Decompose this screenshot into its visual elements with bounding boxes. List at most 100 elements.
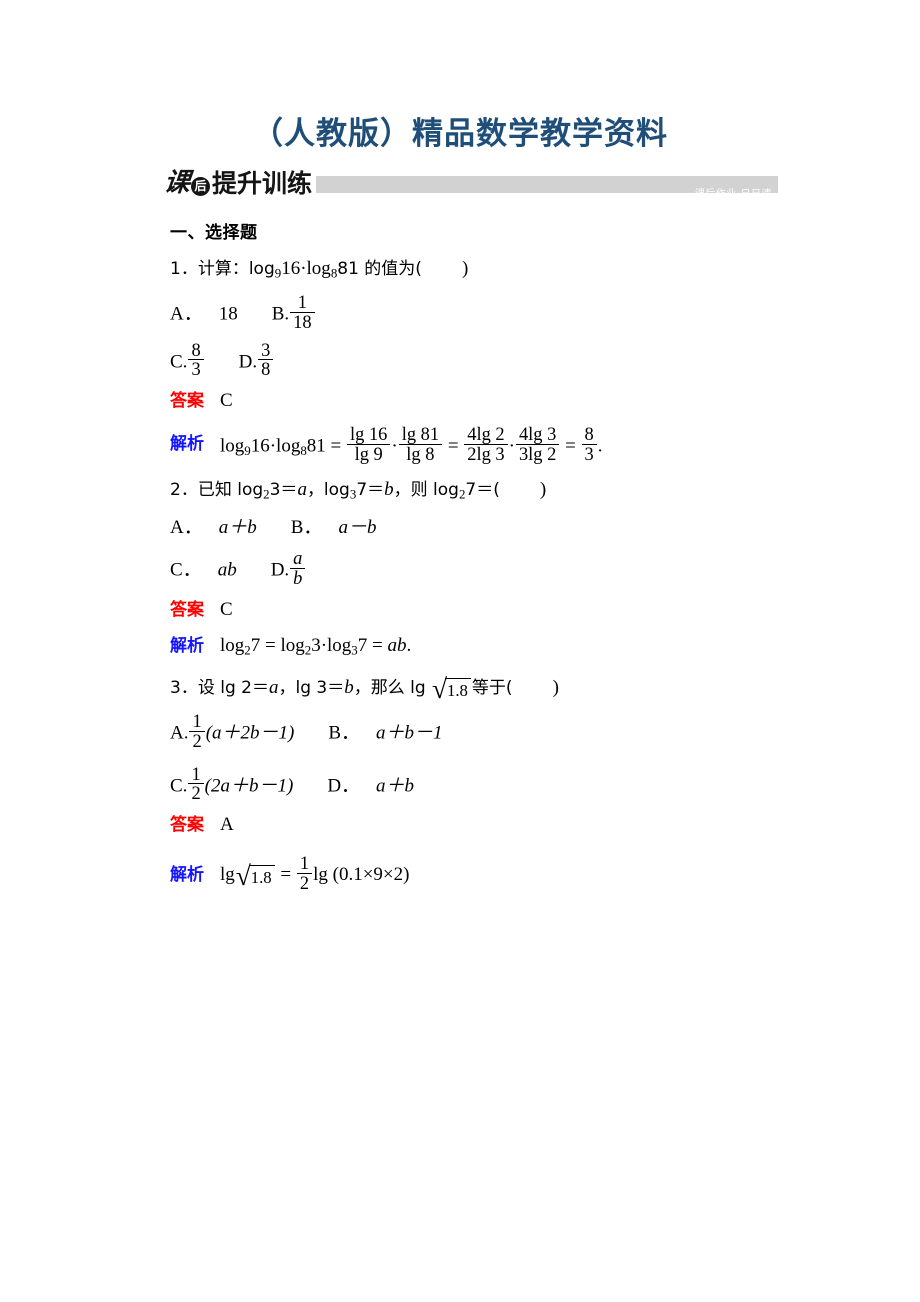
question-2-part-f: 7＝(	[465, 480, 500, 501]
option-3-a-fraction[interactable]: 12	[189, 712, 205, 751]
question-3-options-cd: C. 1 2 (2a＋b－1) D． a＋b	[170, 764, 790, 804]
option-2-a-value[interactable]: a＋b	[219, 517, 257, 538]
question-1-number: 1．	[170, 259, 198, 279]
brush-logo-char: 课	[162, 168, 192, 198]
question-2-solution-expression: log27 = log23·log37 = ab.	[220, 635, 412, 658]
page-title: （人教版）精品数学教学资料	[252, 116, 668, 152]
solution-fraction-half: 12	[296, 854, 313, 893]
question-2-number: 2．	[170, 480, 198, 501]
fraction-denominator: b	[293, 567, 303, 588]
option-2-b-value[interactable]: a－b	[338, 517, 376, 538]
option-1-b-fraction[interactable]: 1 18	[290, 293, 315, 332]
option-2-d-label[interactable]: D.	[271, 560, 289, 581]
option-2-d-fraction[interactable]: ab	[290, 549, 306, 588]
option-2-a-label[interactable]: A．	[170, 517, 203, 538]
question-3-options-ab: A. 1 2 (a＋2b－1) B． a＋b－1	[170, 712, 790, 751]
question-2-part-e: ，则 log	[393, 480, 459, 501]
question-3-part-c: ，那么 lg	[353, 678, 432, 699]
question-1-close: )	[461, 258, 469, 279]
fraction-numerator: 3	[258, 340, 274, 361]
option-2-b-label[interactable]: B．	[291, 517, 323, 538]
option-1-a-label[interactable]: A．	[170, 304, 203, 325]
fraction-denominator: 2	[192, 730, 202, 751]
option-1-b-label[interactable]: B.	[272, 304, 289, 325]
fraction-numerator: 1	[188, 764, 204, 785]
document-page: （人教版）精品数学教学资料 课后提升训练 课后作业·日日清 一、选择题 1．计算…	[0, 0, 920, 1302]
option-3-c-expr[interactable]: (2a＋b－1)	[205, 775, 294, 796]
solution-fraction-2: lg 81 lg 8	[398, 425, 443, 464]
fraction-denominator: 8	[261, 359, 271, 380]
question-3-part-a: 设 lg 2＝	[197, 678, 269, 699]
option-2-c-label[interactable]: C．	[170, 560, 202, 581]
question-2-stem: 2．已知 log23＝a，log37＝b，则 log27＝()	[170, 479, 547, 503]
question-1-answer-value: C	[220, 390, 233, 412]
square-root-icon: √ 1.8	[432, 674, 471, 702]
fraction-numerator: 1	[290, 293, 315, 313]
solution-fraction-5: 83	[581, 425, 597, 464]
question-2-solution-row: 解析 log27 = log23·log37 = ab.	[170, 633, 790, 659]
question-1-options-ab: A． 18 B. 1 18	[170, 293, 790, 332]
question-1-stem: 1．计算：log916·log881 的值为()	[170, 256, 790, 282]
option-3-c-fraction[interactable]: 12	[188, 764, 204, 804]
banner-tag-label: 课后作业·日日清	[694, 189, 772, 200]
question-1-solution-row: 解析 log916·log881 = lg 16 lg 9 · lg 81 lg 8 = …	[170, 425, 790, 464]
solution-label: 解析	[170, 865, 204, 886]
option-3-d-value[interactable]: a＋b	[376, 775, 414, 796]
question-1-solution-expression: log916·log881 = lg 16 lg 9 · lg 81 lg 8 = 4l…	[220, 423, 603, 464]
fraction-denominator: 2	[191, 783, 201, 804]
question-1-mid: 16·log	[281, 258, 331, 279]
option-2-c-value[interactable]: ab	[218, 560, 237, 581]
question-2-part-c: ，log	[306, 480, 350, 501]
answer-label: 答案	[170, 599, 204, 620]
question-3-var-b: b	[344, 677, 354, 699]
square-root-icon: √ 1.8	[236, 861, 275, 890]
stamp-icon: 后	[191, 176, 211, 196]
option-3-b-label[interactable]: B．	[328, 723, 360, 744]
question-3-solution-row: 解析 lg √ 1.8 = 1 2 lg (0.1×9×2)	[170, 854, 790, 893]
question-2-answer-row: 答案 C	[170, 597, 790, 623]
fraction-denominator: 18	[293, 311, 312, 332]
question-2-options-cd: C． ab D. a b	[170, 549, 790, 588]
question-2-part-a: 已知 log	[197, 480, 264, 501]
section-heading: 一、选择题	[170, 223, 258, 243]
question-3-part-d: 等于(	[471, 678, 513, 699]
radicand: 1.8	[248, 865, 275, 890]
option-1-c-fraction[interactable]: 83	[188, 340, 204, 380]
option-1-d-label[interactable]: D.	[239, 351, 257, 372]
question-3-number: 3．	[170, 678, 198, 699]
fraction-numerator: a	[290, 549, 306, 569]
banner-title-text: 提升训练	[212, 168, 313, 198]
fraction-numerator: 8	[188, 340, 204, 361]
solution-fraction-4: 4lg 3 3lg 2	[515, 425, 560, 464]
question-2-var-a: a	[297, 479, 307, 501]
option-3-d-label[interactable]: D．	[327, 775, 360, 796]
question-1-options-cd: C. 8 3 D. 3 8	[170, 340, 790, 380]
solution-fraction-1: lg 16 lg 9	[347, 425, 391, 464]
solution-label: 解析	[170, 433, 204, 454]
option-3-a-label[interactable]: A.	[170, 723, 188, 744]
banner: 课后提升训练 课后作业·日日清	[162, 166, 778, 200]
question-3-answer-value: A	[220, 814, 234, 836]
question-1-suffix: 81 的值为(	[337, 259, 422, 279]
question-2-close: )	[539, 479, 547, 501]
content-body: 一、选择题 1．计算：log916·log881 的值为() A． 18 B. 1 18…	[170, 218, 790, 904]
question-2-part-b: 3＝	[269, 480, 298, 501]
option-1-a-value[interactable]: 18	[219, 304, 238, 325]
question-3-part-b: ，lg 3＝	[278, 678, 345, 699]
option-1-c-label[interactable]: C.	[170, 351, 187, 372]
option-3-c-label[interactable]: C.	[170, 775, 187, 796]
answer-label: 答案	[170, 815, 204, 836]
question-3-close: )	[552, 677, 559, 699]
answer-label: 答案	[170, 391, 204, 412]
question-2-var-b: b	[384, 479, 394, 501]
question-1-answer-row: 答案 C	[170, 388, 790, 414]
option-1-d-fraction[interactable]: 38	[258, 340, 274, 380]
question-3-stem: 3．设 lg 2＝a，lg 3＝b，那么 lg √ 1.8 等于()	[170, 674, 790, 702]
option-3-b-value[interactable]: a＋b－1	[376, 723, 443, 744]
option-3-a-expr[interactable]: (a＋2b－1)	[206, 723, 295, 744]
fraction-numerator: 1	[189, 712, 205, 732]
question-2-part-d: 7＝	[356, 480, 385, 501]
fraction-denominator: 3	[191, 359, 201, 380]
question-3-solution-expression: lg √ 1.8 = 1 2 lg (0.1×9×2)	[220, 852, 410, 893]
question-1-prefix: 计算：log	[197, 259, 275, 279]
